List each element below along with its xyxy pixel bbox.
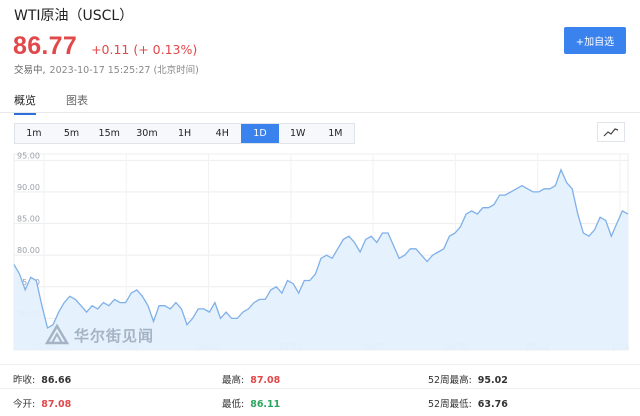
stat-52w-low-value: 63.76 bbox=[477, 399, 508, 410]
add-to-watchlist-button[interactable]: +加自选 bbox=[564, 27, 626, 54]
line-chart-icon bbox=[603, 128, 619, 137]
trading-status: 交易中, 2023-10-17 15:25:27 (北京时间) bbox=[14, 62, 199, 76]
stat-high: 最高: 87.08 bbox=[222, 372, 280, 386]
stat-52w-low: 52周最低: 63.76 bbox=[428, 396, 508, 410]
stat-open-value: 87.08 bbox=[41, 399, 72, 410]
stat-prev-close: 昨收: 86.66 bbox=[13, 372, 71, 386]
stat-high-value: 87.08 bbox=[250, 375, 281, 386]
stats-mid-divider bbox=[0, 388, 640, 389]
price-row: 86.77 +0.11 (+ 0.13%) bbox=[13, 32, 197, 61]
tab-bar: 概览 图表 bbox=[14, 92, 118, 115]
period-4h-button[interactable]: 4H bbox=[203, 124, 241, 143]
price-change: +0.11 (+ 0.13%) bbox=[91, 42, 198, 57]
stat-low-label: 最低: bbox=[222, 399, 245, 410]
stat-prev-close-value: 86.66 bbox=[41, 375, 72, 386]
stats-top-divider bbox=[0, 364, 640, 365]
y-tick-label: 80.00 bbox=[17, 246, 40, 255]
stat-low: 最低: 86.11 bbox=[222, 396, 280, 410]
period-selector: 1m 5m 15m 30m 1H 4H 1D 1W 1M bbox=[14, 123, 356, 144]
period-1w-button[interactable]: 1W bbox=[279, 124, 317, 143]
stat-52w-low-label: 52周最低: bbox=[428, 399, 472, 410]
chart-type-toggle[interactable] bbox=[597, 122, 625, 142]
y-tick-label: 95.00 bbox=[17, 151, 40, 160]
period-15m-button[interactable]: 15m bbox=[90, 124, 128, 143]
watermark-text: 华尔街见闻 bbox=[74, 326, 155, 345]
period-1m-button[interactable]: 1m bbox=[15, 124, 53, 143]
y-tick-label: 85.00 bbox=[17, 215, 40, 224]
instrument-title: WTI原油（USCL） bbox=[14, 8, 134, 24]
timestamp: 2023-10-17 15:25:27 (北京时间) bbox=[49, 65, 199, 76]
period-1h-button[interactable]: 1H bbox=[166, 124, 204, 143]
stat-prev-close-label: 昨收: bbox=[13, 375, 36, 386]
current-price: 86.77 bbox=[13, 32, 78, 60]
stat-52w-high-label: 52周最高: bbox=[428, 375, 472, 386]
tab-overview[interactable]: 概览 bbox=[14, 92, 36, 115]
stat-52w-high-value: 95.02 bbox=[477, 375, 508, 386]
tab-chart[interactable]: 图表 bbox=[66, 92, 88, 113]
period-1d-button[interactable]: 1D bbox=[241, 124, 279, 143]
stat-open-label: 今开: bbox=[13, 399, 36, 410]
stat-high-label: 最高: bbox=[222, 375, 245, 386]
period-30m-button[interactable]: 30m bbox=[128, 124, 166, 143]
wallstreetcn-logo-icon bbox=[44, 323, 70, 345]
tab-divider bbox=[0, 112, 640, 113]
period-1mo-button[interactable]: 1M bbox=[317, 124, 355, 143]
y-tick-label: 90.00 bbox=[17, 183, 40, 192]
status-label: 交易中, bbox=[14, 65, 46, 76]
stat-low-value: 86.11 bbox=[250, 399, 281, 410]
period-5m-button[interactable]: 5m bbox=[53, 124, 91, 143]
stat-52w-high: 52周最高: 95.02 bbox=[428, 372, 508, 386]
stat-open: 今开: 87.08 bbox=[13, 396, 71, 410]
watermark: 华尔街见闻 bbox=[44, 323, 154, 347]
